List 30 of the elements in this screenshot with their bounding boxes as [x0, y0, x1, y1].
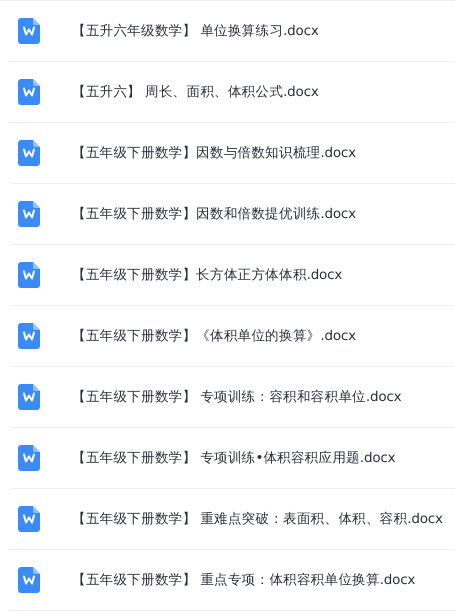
word-document-icon: [18, 262, 40, 288]
file-name: 【五年级下册数学】 专项训练•体积容积应用题.docx: [72, 449, 396, 467]
file-name: 【五年级下册数学】长方体正方体体积.docx: [72, 266, 342, 284]
file-row[interactable]: 【五年级下册数学】长方体正方体体积.docx: [10, 245, 455, 306]
word-document-icon: [18, 18, 40, 44]
file-row[interactable]: 【五年级下册数学】 重点专项：体积容积单位换算.docx: [10, 550, 455, 611]
word-document-icon: [18, 140, 40, 166]
file-row[interactable]: 【五年级下册数学】因数与倍数知识梳理.docx: [10, 123, 455, 184]
word-document-icon: [18, 384, 40, 410]
word-document-icon: [18, 567, 40, 593]
file-name: 【五年级下册数学】因数和倍数提优训练.docx: [72, 205, 356, 223]
file-name: 【五年级下册数学】《体积单位的换算》.docx: [72, 327, 356, 345]
file-row[interactable]: 【五年级下册数学】 重难点突破：表面积、体积、容积.docx: [10, 489, 455, 550]
file-name: 【五升六】 周长、面积、体积公式.docx: [72, 83, 319, 101]
word-document-icon: [18, 445, 40, 471]
file-row[interactable]: 【五升六】 周长、面积、体积公式.docx: [10, 62, 455, 123]
file-name: 【五年级下册数学】 重难点突破：表面积、体积、容积.docx: [72, 510, 443, 528]
word-document-icon: [18, 201, 40, 227]
word-document-icon: [18, 323, 40, 349]
word-document-icon: [18, 506, 40, 532]
file-row[interactable]: 【五升六年级数学】 单位换算练习.docx: [10, 1, 455, 62]
file-name: 【五升六年级数学】 单位换算练习.docx: [72, 22, 319, 40]
file-row[interactable]: 【五年级下册数学】《体积单位的换算》.docx: [10, 306, 455, 367]
file-row[interactable]: 【五年级下册数学】 专项训练：容积和容积单位.docx: [10, 367, 455, 428]
file-row[interactable]: 【五年级下册数学】 专项训练•体积容积应用题.docx: [10, 428, 455, 489]
file-name: 【五年级下册数学】因数与倍数知识梳理.docx: [72, 144, 356, 162]
word-document-icon: [18, 79, 40, 105]
file-row[interactable]: 【五年级下册数学】因数和倍数提优训练.docx: [10, 184, 455, 245]
file-name: 【五年级下册数学】 重点专项：体积容积单位换算.docx: [72, 571, 416, 589]
file-name: 【五年级下册数学】 专项训练：容积和容积单位.docx: [72, 388, 402, 406]
